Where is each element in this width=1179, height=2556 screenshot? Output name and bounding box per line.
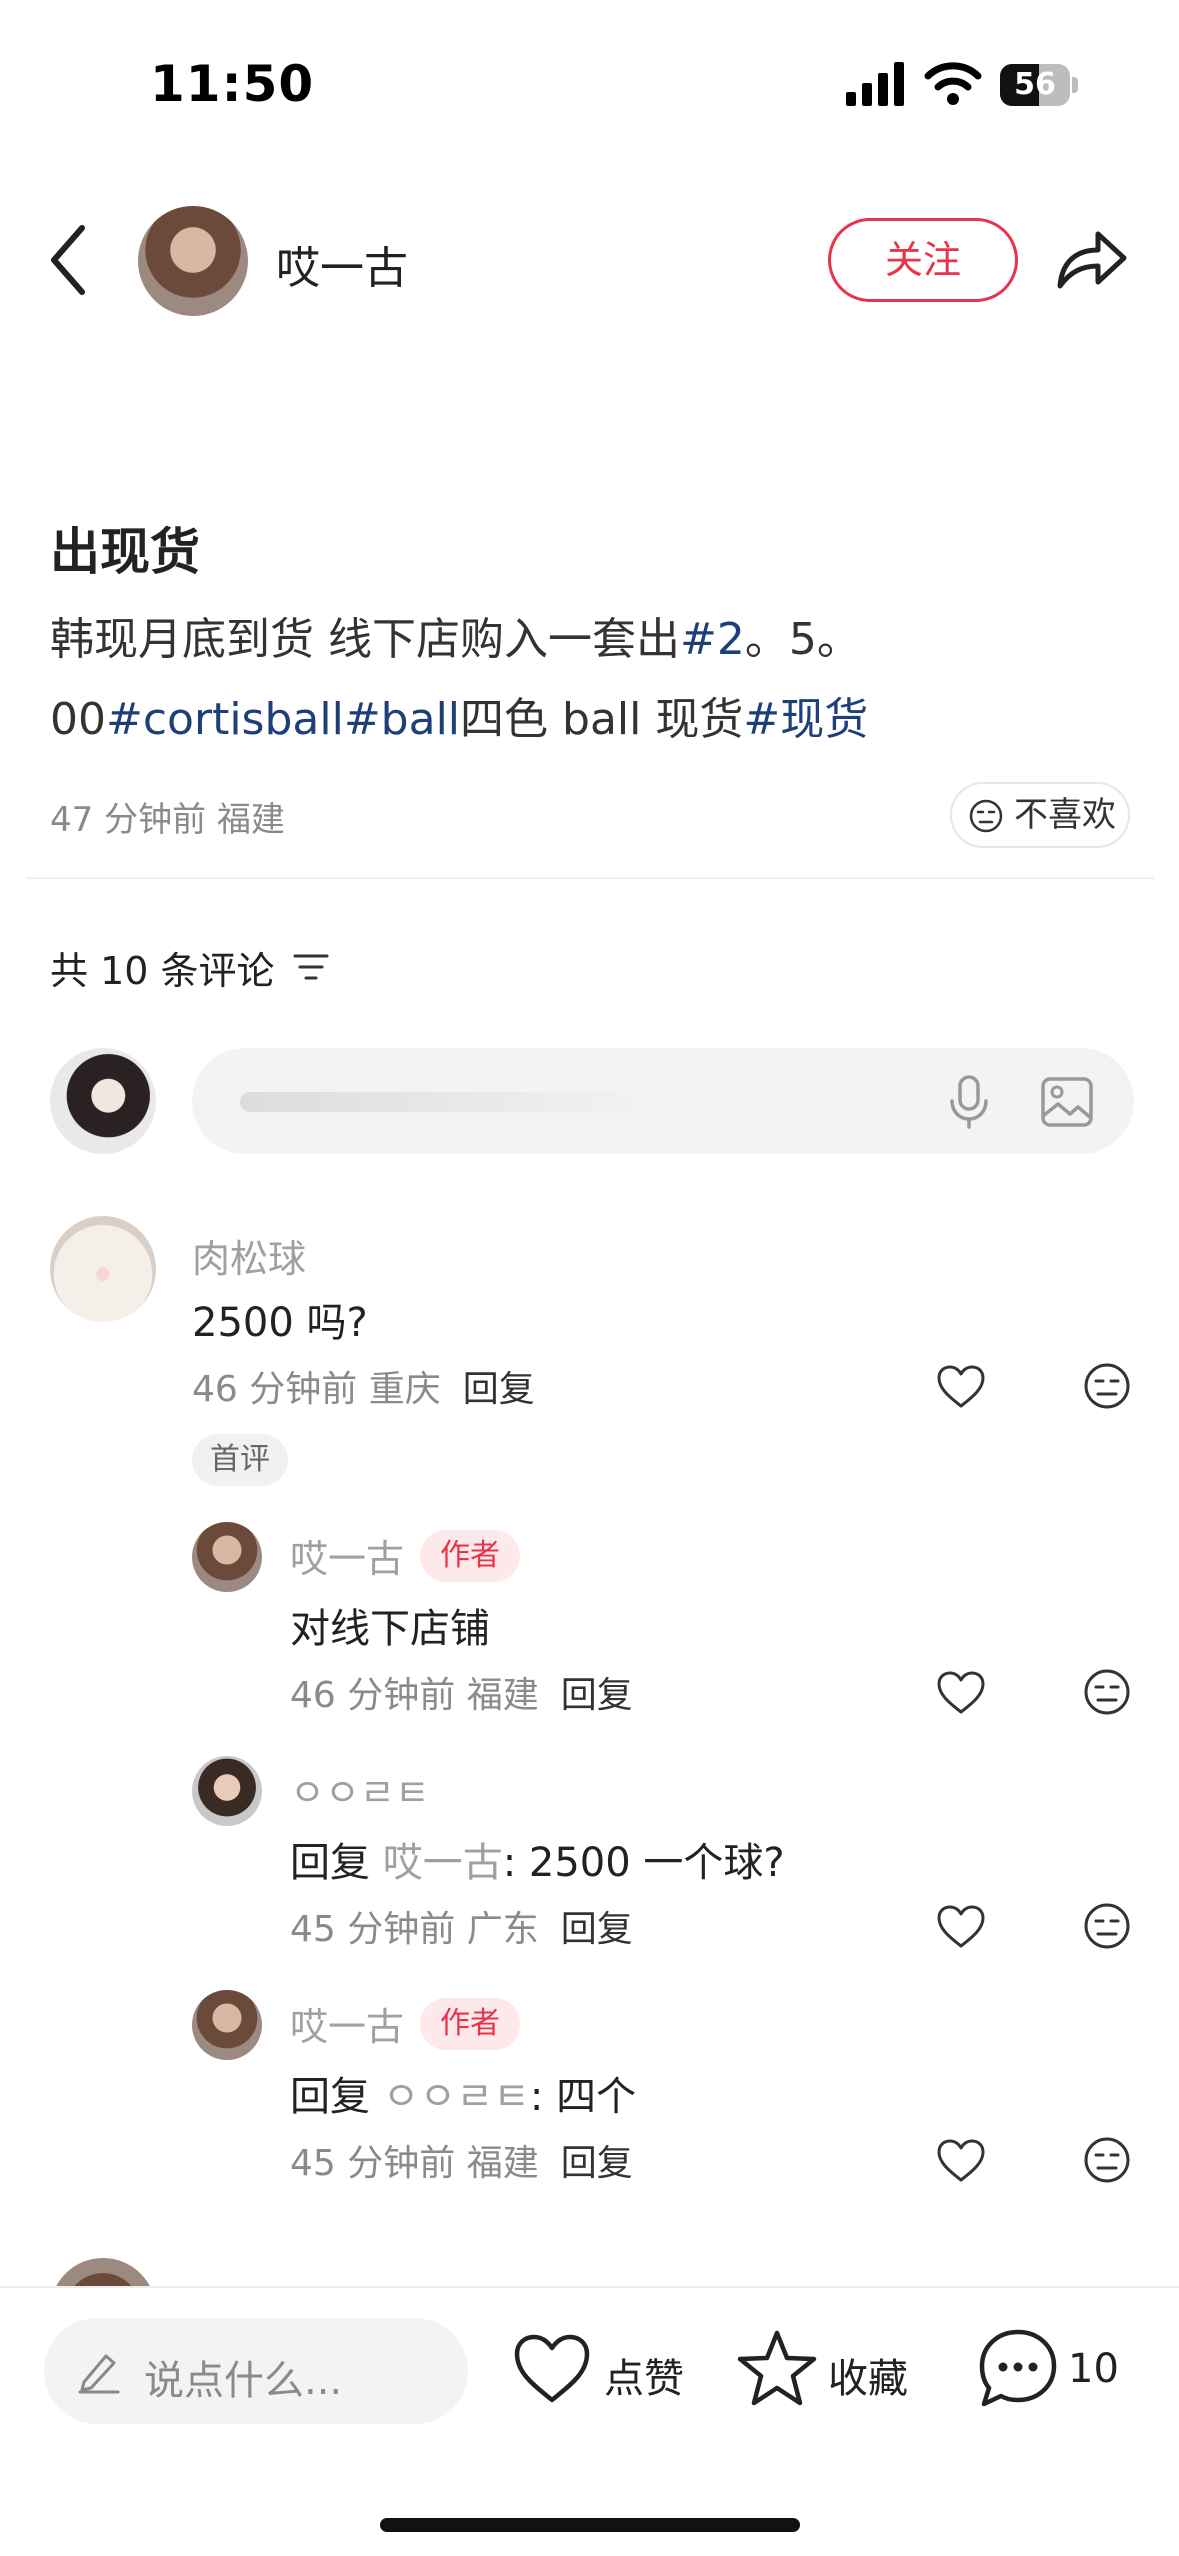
home-indicator	[380, 2518, 800, 2532]
like-label[interactable]: 点赞	[604, 2346, 684, 2404]
comment-meta: 46 分钟前 重庆 回复	[192, 1360, 535, 1412]
my-avatar	[50, 1048, 156, 1154]
collect-label[interactable]: 收藏	[828, 2346, 908, 2404]
author-avatar[interactable]	[138, 206, 248, 316]
wifi-icon	[924, 62, 982, 105]
reply-target[interactable]: 哎一古	[383, 1840, 503, 1886]
heart-icon[interactable]	[936, 1364, 986, 1410]
hashtag-link[interactable]: #cortisball	[106, 694, 344, 745]
heart-icon[interactable]	[936, 2138, 986, 2184]
reply-time-location: 45 分钟前 福建	[290, 2143, 539, 2184]
status-time: 11:50	[150, 55, 315, 113]
comment-time-location: 46 分钟前 重庆	[192, 1369, 441, 1410]
reply-header: 哎一古 作者	[290, 1528, 521, 1583]
reply-author-name[interactable]: ㅇㅇㄹㅌ	[290, 1762, 430, 1817]
post-body-line-2: 00#cortisball#ball四色 ball 现货#现货	[50, 680, 1140, 760]
battery-indicator: 56	[1000, 64, 1078, 106]
image-icon[interactable]	[1040, 1076, 1094, 1128]
reply-header: 哎一古 作者	[290, 1996, 521, 2051]
hashtag-link[interactable]: #2	[680, 614, 745, 665]
face-icon[interactable]	[1083, 2136, 1131, 2184]
face-icon[interactable]	[1083, 1902, 1131, 1950]
heart-icon[interactable]	[936, 1904, 986, 1950]
reply-avatar[interactable]	[192, 1522, 262, 1592]
author-badge: 作者	[420, 1997, 521, 2050]
post-body: 韩现月底到货 线下店购入一套出#2。5。 00#cortisball#ball四…	[50, 600, 1140, 760]
reply-author-name[interactable]: 哎一古	[290, 1528, 404, 1583]
chat-icon[interactable]	[976, 2326, 1060, 2410]
mic-icon[interactable]	[948, 1074, 990, 1130]
reply-meta: 45 分钟前 广东 回复	[290, 1900, 633, 1952]
pencil-icon	[78, 2354, 120, 2394]
reply-button[interactable]: 回复	[561, 2143, 633, 2184]
reply-author-name[interactable]: 哎一古	[290, 1996, 404, 2051]
reply-avatar[interactable]	[192, 1990, 262, 2060]
comment-input[interactable]	[192, 1048, 1134, 1154]
reply-text: 回复 ㅇㅇㄹㅌ: 四个	[290, 2064, 636, 2122]
reply-prefix: 回复	[290, 2074, 370, 2120]
reply-meta: 46 分钟前 福建 回复	[290, 1666, 633, 1718]
sort-icon[interactable]	[292, 950, 330, 984]
commenter-name[interactable]: 肉松球	[192, 1228, 306, 1283]
like-icon[interactable]	[512, 2332, 592, 2406]
reply-avatar[interactable]	[192, 1756, 262, 1826]
reply-time-location: 46 分钟前 福建	[290, 1675, 539, 1716]
first-comment-badge: 首评	[192, 1434, 288, 1486]
reply-time-location: 45 分钟前 广东	[290, 1909, 539, 1950]
post-text: 韩现月底到货 线下店购入一套出	[50, 614, 680, 665]
comment-text: 2500 吗?	[192, 1300, 368, 1346]
reply-button[interactable]: 回复	[561, 1909, 633, 1950]
post-body-line-1: 韩现月底到货 线下店购入一套出#2。5。	[50, 600, 1140, 680]
face-icon[interactable]	[1083, 1362, 1131, 1410]
reply-button[interactable]: 回复	[463, 1369, 535, 1410]
heart-icon[interactable]	[936, 1670, 986, 1716]
reply-target[interactable]: ㅇㅇㄹㅌ	[383, 2074, 530, 2120]
dislike-button[interactable]: 不喜欢	[950, 782, 1130, 848]
reply-text: 回复 哎一古: 2500 一个球?	[290, 1830, 785, 1888]
cellular-signal-icon	[846, 62, 904, 106]
say-something-placeholder: 说点什么...	[144, 2358, 343, 2404]
star-icon[interactable]	[736, 2328, 818, 2408]
reply-text: 对线下店铺	[290, 1606, 490, 1652]
post-text: 。5。	[744, 614, 861, 665]
post-text: 00	[50, 694, 106, 745]
reply-prefix: 回复	[290, 1840, 370, 1886]
author-name[interactable]: 哎一古	[276, 232, 408, 296]
comment-input-blurred-text	[240, 1092, 660, 1112]
comment-count: 共 10 条评论	[50, 949, 275, 993]
commenter-avatar[interactable]	[50, 1216, 156, 1322]
reply-button[interactable]: 回复	[561, 1675, 633, 1716]
comment-count-button[interactable]: 10	[1068, 2346, 1119, 2392]
share-icon[interactable]	[1054, 224, 1130, 294]
reply-meta: 45 分钟前 福建 回复	[290, 2134, 633, 2186]
hashtag-link[interactable]: #现货	[743, 694, 868, 745]
face-icon	[969, 799, 1003, 833]
post-text: 四色 ball 现货	[460, 694, 744, 745]
post-title: 出现货	[50, 523, 200, 581]
post-meta: 47 分钟前 福建	[50, 800, 285, 840]
reply-content: : 四个	[529, 2074, 637, 2120]
reply-content: : 2500 一个球?	[502, 1840, 785, 1886]
hashtag-link[interactable]: #ball	[344, 694, 460, 745]
follow-button[interactable]: 关注	[828, 218, 1018, 302]
dislike-label: 不喜欢	[1014, 795, 1116, 835]
battery-level: 56	[1014, 67, 1056, 102]
author-badge: 作者	[420, 1529, 521, 1582]
divider	[26, 877, 1154, 879]
back-icon[interactable]	[46, 222, 90, 298]
face-icon[interactable]	[1083, 1668, 1131, 1716]
